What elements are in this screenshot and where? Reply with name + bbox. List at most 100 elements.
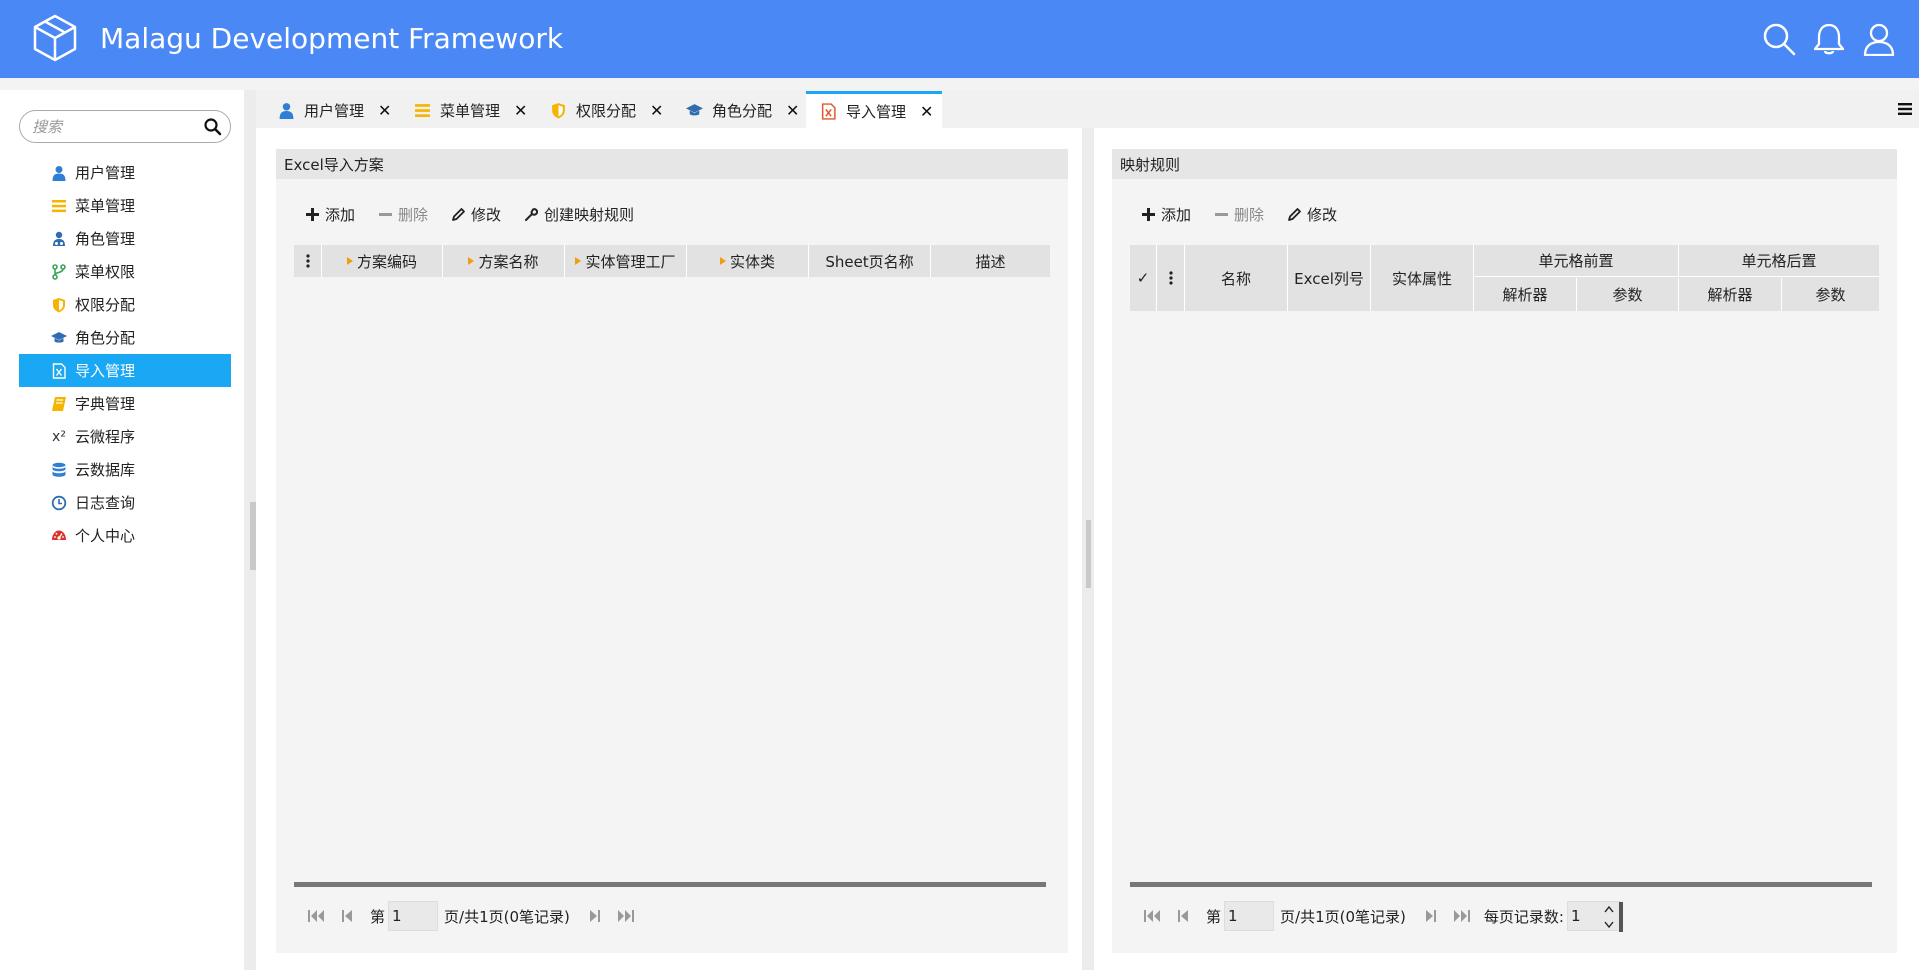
user-icon[interactable] [1862, 22, 1896, 57]
next-page-icon[interactable] [584, 906, 604, 926]
sidebar-item-label: 角色分配 [75, 329, 136, 347]
per-page-spinner[interactable]: 1 [1566, 901, 1623, 932]
sidebar-item-import-management[interactable]: 导入管理 [19, 354, 231, 387]
delete-label: 删除 [398, 205, 429, 224]
sidebar-item-role-management[interactable]: 角色管理 [19, 222, 231, 255]
search-icon[interactable] [203, 117, 223, 137]
sidebar-item-user-management[interactable]: 用户管理 [19, 156, 231, 189]
sidebar-item-label: 权限分配 [75, 296, 136, 314]
select-all-checkbox[interactable]: ✓ [1130, 245, 1157, 311]
sidebar-item-menu-management[interactable]: 菜单管理 [19, 189, 231, 222]
column-header[interactable]: 实体属性 [1371, 245, 1474, 311]
close-icon[interactable]: ✕ [650, 101, 663, 120]
user-icon [276, 100, 296, 120]
plus-icon [1140, 206, 1156, 222]
close-icon[interactable]: ✕ [514, 101, 527, 120]
column-header[interactable]: 方案名称 [443, 245, 565, 277]
first-page-icon[interactable] [306, 906, 326, 926]
tab-label: 角色分配 [712, 101, 773, 120]
column-header[interactable]: 描述 [931, 245, 1050, 277]
tab-label: 用户管理 [304, 101, 365, 120]
close-icon[interactable]: ✕ [378, 101, 391, 120]
search-input[interactable] [32, 116, 202, 138]
close-icon[interactable]: ✕ [786, 101, 799, 120]
sidebar-item-label: 导入管理 [75, 362, 136, 380]
tab-role-assign[interactable]: 角色分配 ✕ [684, 92, 799, 128]
column-header[interactable]: 实体管理工厂 [565, 245, 687, 277]
hamburger-menu-icon[interactable] [1897, 101, 1913, 117]
tab-menu-management[interactable]: 菜单管理 ✕ [412, 92, 527, 128]
shield-icon [49, 295, 69, 315]
horizontal-scrollbar[interactable] [294, 882, 1046, 887]
column-label: 参数 [1612, 286, 1643, 304]
first-page-icon[interactable] [1142, 906, 1162, 926]
prev-page-icon[interactable] [338, 906, 358, 926]
tab-permission-assign[interactable]: 权限分配 ✕ [548, 92, 663, 128]
sidebar-item-permission-assign[interactable]: 权限分配 [19, 288, 231, 321]
app-header: Malagu Development Framework [0, 0, 1919, 78]
edit-button[interactable]: 修改 [1286, 204, 1337, 225]
column-label: 单元格后置 [1741, 252, 1817, 270]
delete-button[interactable]: 删除 [1213, 204, 1264, 225]
column-header[interactable]: 实体类 [687, 245, 809, 277]
horizontal-scrollbar[interactable] [1130, 882, 1872, 887]
grid-options-icon[interactable] [1157, 245, 1185, 311]
tab-import-management[interactable]: 导入管理 ✕ [806, 91, 942, 128]
column-label: 名称 [1220, 269, 1251, 288]
create-mapping-rule-button[interactable]: 创建映射规则 [523, 204, 634, 225]
column-header[interactable]: Sheet页名称 [809, 245, 931, 277]
page-number-input[interactable] [388, 901, 439, 931]
column-header[interactable]: 解析器 [1474, 278, 1577, 311]
column-label: Excel列号 [1294, 269, 1364, 288]
column-header[interactable]: 解析器 [1679, 278, 1782, 311]
sidebar-item-role-assign[interactable]: 角色分配 [19, 321, 231, 354]
sort-arrow-icon [468, 257, 475, 265]
last-page-icon[interactable] [1452, 906, 1472, 926]
page-number-input[interactable] [1224, 901, 1275, 931]
sidebar-item-label: 云微程序 [75, 428, 136, 446]
next-page-icon[interactable] [1420, 906, 1440, 926]
add-button[interactable]: 添加 [304, 204, 355, 225]
close-icon[interactable]: ✕ [920, 102, 933, 121]
add-button[interactable]: 添加 [1140, 204, 1191, 225]
page-summary: 页/共1页(0笔记录) [444, 907, 570, 926]
column-label: 实体类 [729, 252, 775, 271]
column-label: Sheet页名称 [825, 252, 914, 271]
sidebar-item-dictionary[interactable]: 字典管理 [19, 387, 231, 420]
tab-label: 权限分配 [576, 101, 637, 120]
column-label: 方案名称 [478, 252, 539, 271]
prev-page-icon[interactable] [1174, 906, 1194, 926]
sidebar-item-label: 个人中心 [75, 527, 136, 545]
rule-pager: 第 页/共1页(0笔记录) 每页记录数: 1 [1142, 901, 1623, 932]
delete-button[interactable]: 删除 [377, 204, 428, 225]
panel-splitter-handle[interactable] [1086, 520, 1091, 588]
search-icon[interactable] [1762, 22, 1796, 56]
column-header[interactable]: 方案编码 [322, 245, 443, 277]
sidebar-search [19, 110, 231, 143]
sort-arrow-icon [719, 257, 726, 265]
sidebar-item-cloud-database[interactable]: 云数据库 [19, 453, 231, 486]
column-header[interactable]: 参数 [1577, 278, 1679, 311]
sidebar-item-personal-center[interactable]: 个人中心 [19, 519, 231, 552]
last-page-icon[interactable] [616, 906, 636, 926]
check-icon: ✓ [1136, 269, 1150, 287]
sidebar-item-cloud-micro[interactable]: x² 云微程序 [19, 420, 231, 453]
column-header[interactable]: Excel列号 [1288, 245, 1371, 311]
tab-user-management[interactable]: 用户管理 ✕ [276, 92, 391, 128]
page-prefix: 第 [1206, 907, 1222, 926]
bell-icon[interactable] [1812, 22, 1846, 56]
column-group-header: 单元格后置 [1679, 245, 1879, 277]
sidebar-item-menu-permission[interactable]: 菜单权限 [19, 255, 231, 288]
database-icon [49, 460, 69, 480]
add-label: 添加 [325, 205, 356, 224]
grid-options-icon[interactable] [294, 245, 322, 277]
per-page-label: 每页记录数: [1483, 907, 1564, 926]
column-header[interactable]: 参数 [1782, 278, 1879, 311]
spinner-arrows-icon[interactable] [1604, 904, 1614, 930]
excel-file-icon [818, 101, 838, 121]
sidebar-item-label: 角色管理 [75, 230, 136, 248]
edit-button[interactable]: 修改 [450, 204, 501, 225]
column-label: 参数 [1815, 286, 1846, 304]
column-header[interactable]: 名称 [1185, 245, 1288, 311]
sidebar-item-log-query[interactable]: 日志查询 [19, 486, 231, 519]
